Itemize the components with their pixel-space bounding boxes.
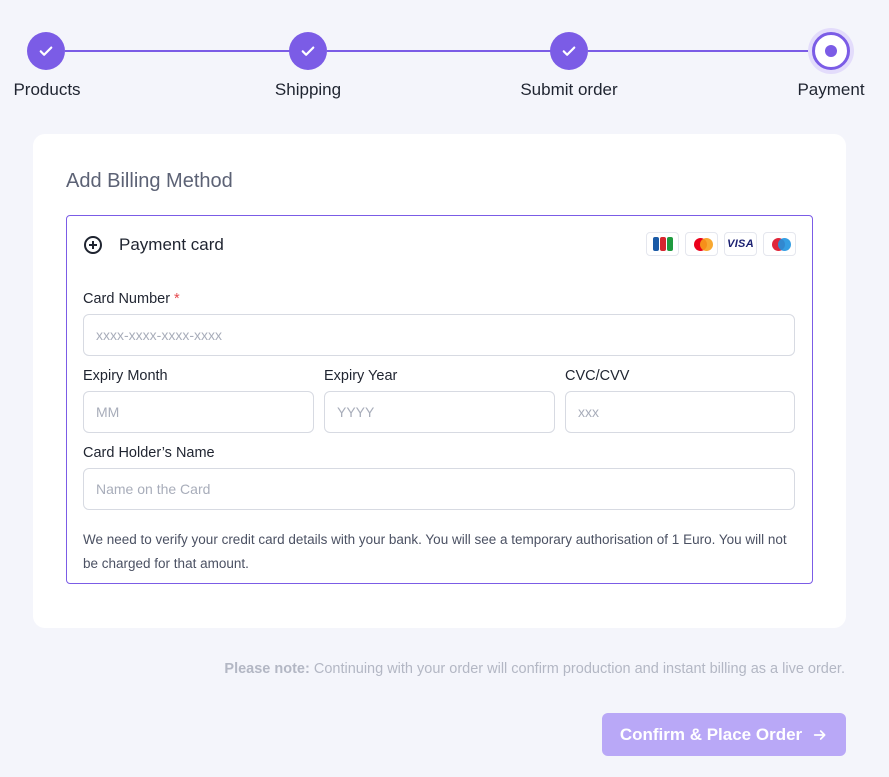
step-connector [327,50,551,52]
step-payment-current-icon [812,32,850,70]
card-holder-label: Card Holder’s Name [83,445,215,461]
note-prefix: Please note: [224,661,310,677]
confirm-button-label: Confirm & Place Order [619,724,803,744]
step-submit-order-check-icon[interactable] [550,32,588,70]
step-label-products[interactable]: Products [13,80,80,100]
expiry-year-label: Expiry Year [324,368,398,384]
mastercard-logo-icon [685,232,718,256]
required-mark: * [174,291,180,307]
card-holder-input[interactable] [83,468,795,510]
step-label-payment: Payment [797,80,865,99]
billing-title: Add Billing Method [66,170,233,192]
step-label-shipping[interactable]: Shipping [275,80,341,100]
maestro-logo-icon [763,232,796,256]
card-number-label: Card Number * [83,291,180,307]
order-note: Please note: Continuing with your order … [224,661,845,677]
jcb-logo-icon [646,232,679,256]
payment-method-title: Payment card [119,235,224,254]
plus-circle-icon[interactable] [84,236,102,254]
billing-card: Add Billing Method Payment card VISA Car… [33,134,846,628]
expiry-month-input[interactable] [83,391,314,433]
cvc-input[interactable] [565,391,795,433]
step-label-submit-order[interactable]: Submit order [520,80,617,100]
card-number-input[interactable] [83,314,795,356]
step-products-check-icon[interactable] [27,32,65,70]
confirm-place-order-button[interactable]: Confirm & Place Order [602,713,846,756]
cvc-label: CVC/CVV [565,368,630,384]
checkout-stepper: Products Shipping Submit order Payment [0,0,889,110]
expiry-year-input[interactable] [324,391,555,433]
step-shipping-check-icon[interactable] [289,32,327,70]
step-connector [65,50,291,52]
expiry-month-label: Expiry Month [83,368,168,384]
note-text: Continuing with your order will confirm … [309,661,845,677]
visa-logo-icon: VISA [724,232,757,256]
arrow-right-icon [813,729,826,740]
payment-card-method[interactable]: Payment card VISA Card Number* Expiry Mo… [66,215,813,584]
verification-help-text: We need to verify your credit card detai… [83,532,787,571]
step-connector [588,50,812,52]
card-brand-logos: VISA [646,232,796,256]
